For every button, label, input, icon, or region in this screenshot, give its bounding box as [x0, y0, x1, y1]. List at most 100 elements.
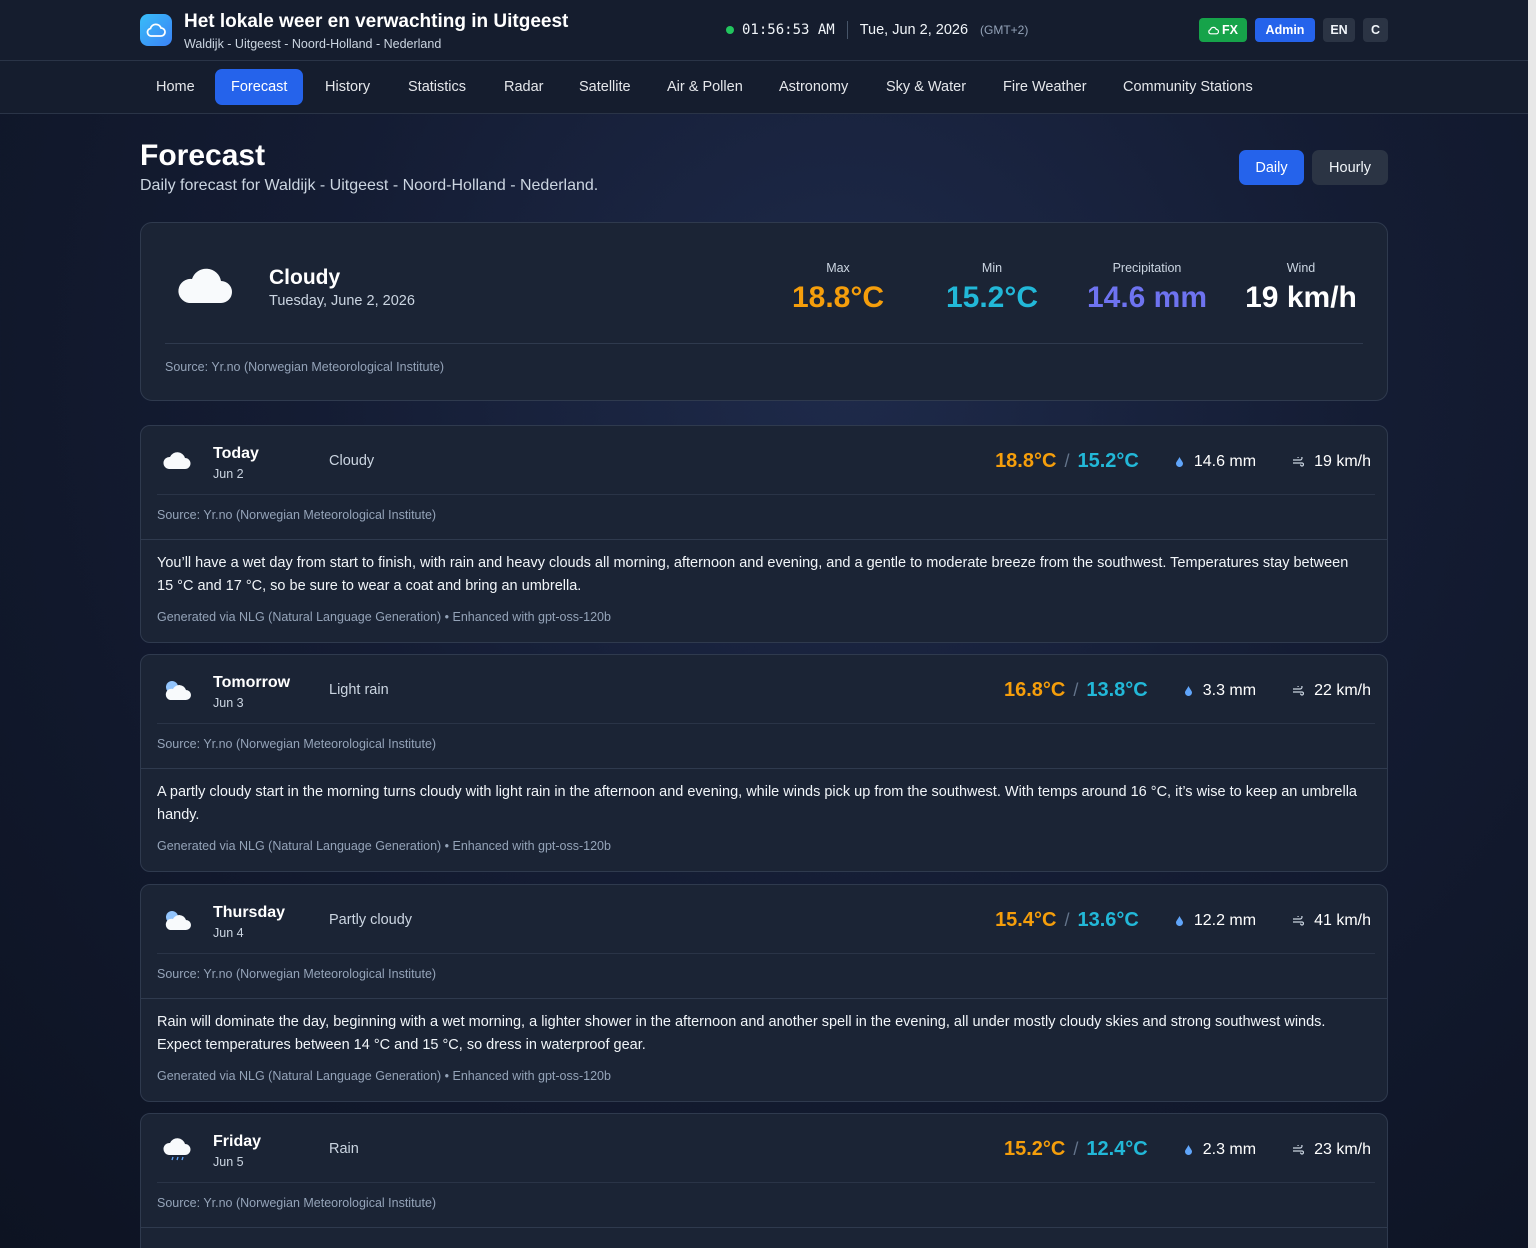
rain-cloud-icon — [162, 1138, 192, 1167]
partly-cloudy-icon — [162, 679, 192, 706]
live-status-dot — [726, 26, 734, 34]
page-scrollbar[interactable] — [1528, 0, 1536, 1248]
day-card[interactable]: Today Jun 2 Cloudy 18.8°C / 15.2°C 14.6 … — [140, 425, 1388, 643]
day-header-row[interactable]: Thursday Jun 4 Partly cloudy 15.4°C / 13… — [141, 885, 1387, 953]
language-button[interactable]: EN — [1323, 18, 1355, 42]
source-note: Source: Yr.no (Norwegian Meteorological … — [157, 1196, 437, 1210]
max-temp-label: Max — [826, 261, 850, 275]
row-divider — [157, 1182, 1375, 1183]
raindrop-icon — [1175, 915, 1183, 926]
generated-note: Generated via NLG (Natural Language Gene… — [157, 1069, 611, 1083]
day-max-temp: 15.2°C — [1003, 1138, 1066, 1160]
nav-home[interactable]: Home — [140, 69, 211, 105]
day-description-panel: You’ll have a wet day from start to fini… — [141, 539, 1387, 642]
top-bar: Het lokale weer en verwachting in Uitgee… — [0, 0, 1536, 61]
wind-icon — [1293, 456, 1305, 467]
wind-stat: Wind 19 km/h — [1226, 261, 1376, 315]
precipitation-stat: Precipitation 14.6 mm — [1072, 261, 1222, 315]
day-description: Rain will dominate the day, beginning wi… — [157, 1014, 1326, 1053]
row-divider — [157, 494, 1375, 495]
day-precip: 12.2 mm — [1175, 912, 1256, 930]
fx-button[interactable]: FX — [1199, 18, 1247, 42]
day-date: Jun 5 — [213, 1155, 244, 1169]
day-card[interactable]: Tomorrow Jun 3 Light rain 16.8°C / 13.8°… — [140, 654, 1388, 872]
nav-forecast[interactable]: Forecast — [215, 69, 304, 105]
row-divider — [157, 723, 1375, 724]
day-temps: 15.4°C / 13.6°C — [995, 909, 1139, 932]
source-note: Source: Yr.no (Norwegian Meteorological … — [157, 508, 437, 522]
day-header-row[interactable]: Today Jun 2 Cloudy 18.8°C / 15.2°C 14.6 … — [141, 426, 1387, 494]
day-max-temp: 15.4°C — [995, 909, 1057, 931]
day-min-temp: 12.4°C — [1086, 1138, 1148, 1160]
current-date: Tuesday, June 2, 2026 — [269, 293, 415, 309]
day-precip: 14.6 mm — [1175, 453, 1256, 471]
nav-radar[interactable]: Radar — [488, 69, 560, 105]
cloud-logo-icon[interactable] — [140, 14, 172, 46]
wind-icon — [1293, 685, 1305, 696]
cloud-icon — [1208, 26, 1219, 34]
day-card[interactable]: Friday Jun 5 Rain 15.2°C / 12.4°C 2.3 mm… — [140, 1113, 1388, 1248]
max-temp-stat: Max 18.8°C — [763, 261, 913, 315]
day-date: Jun 3 — [213, 696, 244, 710]
day-description-panel: Rain will dominate the day, beginning wi… — [141, 998, 1387, 1101]
day-precip-value: 12.2 mm — [1193, 911, 1257, 929]
raindrop-icon — [1184, 685, 1192, 696]
day-min-temp: 13.6°C — [1077, 909, 1139, 931]
day-date: Jun 2 — [213, 467, 244, 481]
day-wind-value: 41 km/h — [1314, 911, 1371, 929]
day-condition: Light rain — [329, 682, 389, 698]
day-name: Friday — [213, 1133, 262, 1150]
day-wind: 19 km/h — [1292, 453, 1371, 471]
day-max-temp: 18.8°C — [995, 450, 1057, 472]
day-metrics: 18.8°C / 15.2°C 14.6 mm 19 km/h — [995, 450, 1371, 473]
nav-satellite[interactable]: Satellite — [563, 69, 647, 105]
nav-air-pollen[interactable]: Air & Pollen — [651, 69, 759, 105]
day-temps: 18.8°C / 15.2°C — [995, 450, 1139, 473]
site-location: Waldijk - Uitgeest - Noord-Holland - Ned… — [184, 37, 442, 51]
temp-separator: / — [1064, 910, 1070, 930]
min-temp-value: 15.2°C — [945, 281, 1039, 314]
day-header-row[interactable]: Friday Jun 5 Rain 15.2°C / 12.4°C 2.3 mm… — [141, 1114, 1387, 1182]
day-wind-value: 23 km/h — [1314, 1140, 1371, 1158]
generated-note: Generated via NLG (Natural Language Gene… — [157, 839, 611, 853]
raindrop-icon — [1175, 456, 1183, 467]
nav-statistics[interactable]: Statistics — [392, 69, 482, 105]
day-name: Tomorrow — [213, 674, 291, 691]
day-metrics: 15.2°C / 12.4°C 2.3 mm 23 km/h — [1004, 1138, 1371, 1161]
card-divider — [165, 343, 1363, 344]
day-precip-value: 2.3 mm — [1202, 1140, 1257, 1158]
temp-separator: / — [1073, 680, 1079, 700]
nav-community-stations[interactable]: Community Stations — [1107, 69, 1269, 105]
day-name: Today — [213, 445, 259, 462]
day-wind: 22 km/h — [1292, 682, 1371, 700]
day-description-panel: A partly cloudy start in the morning tur… — [141, 768, 1387, 871]
hourly-view-button[interactable]: Hourly — [1312, 150, 1388, 185]
wind-value: 19 km/h — [1245, 281, 1357, 314]
admin-button[interactable]: Admin — [1255, 18, 1315, 42]
day-wind: 41 km/h — [1292, 912, 1371, 930]
day-card[interactable]: Thursday Jun 4 Partly cloudy 15.4°C / 13… — [140, 884, 1388, 1102]
day-condition: Cloudy — [329, 453, 375, 469]
live-clock: 01:56:53 AM Tue, Jun 2, 2026 (GMT+2) — [726, 20, 1028, 40]
site-title[interactable]: Het lokale weer en verwachting in Uitgee… — [184, 11, 568, 33]
day-wind: 23 km/h — [1292, 1141, 1371, 1159]
day-description: A partly cloudy start in the morning tur… — [157, 784, 1357, 823]
nav-sky-water[interactable]: Sky & Water — [870, 69, 982, 105]
day-metrics: 16.8°C / 13.8°C 3.3 mm 22 km/h — [1004, 679, 1371, 702]
raindrop-icon — [1184, 1144, 1192, 1155]
day-precip: 3.3 mm — [1184, 682, 1256, 700]
day-precip: 2.3 mm — [1184, 1141, 1256, 1159]
daily-view-button[interactable]: Daily — [1239, 150, 1304, 185]
current-condition: Cloudy — [269, 266, 341, 289]
day-wind-value: 19 km/h — [1314, 452, 1371, 470]
clock-time: 01:56:53 AM — [742, 22, 835, 38]
nav-history[interactable]: History — [309, 69, 386, 105]
nav-astronomy[interactable]: Astronomy — [763, 69, 864, 105]
day-wind-value: 22 km/h — [1314, 681, 1371, 699]
nav-fire-weather[interactable]: Fire Weather — [987, 69, 1103, 105]
fx-button-label: FX — [1222, 23, 1238, 37]
wind-icon — [1293, 1144, 1305, 1155]
unit-toggle-button[interactable]: C — [1363, 18, 1388, 42]
current-forecast-card: Cloudy Tuesday, June 2, 2026 Max 18.8°C … — [140, 222, 1388, 401]
day-header-row[interactable]: Tomorrow Jun 3 Light rain 16.8°C / 13.8°… — [141, 655, 1387, 723]
